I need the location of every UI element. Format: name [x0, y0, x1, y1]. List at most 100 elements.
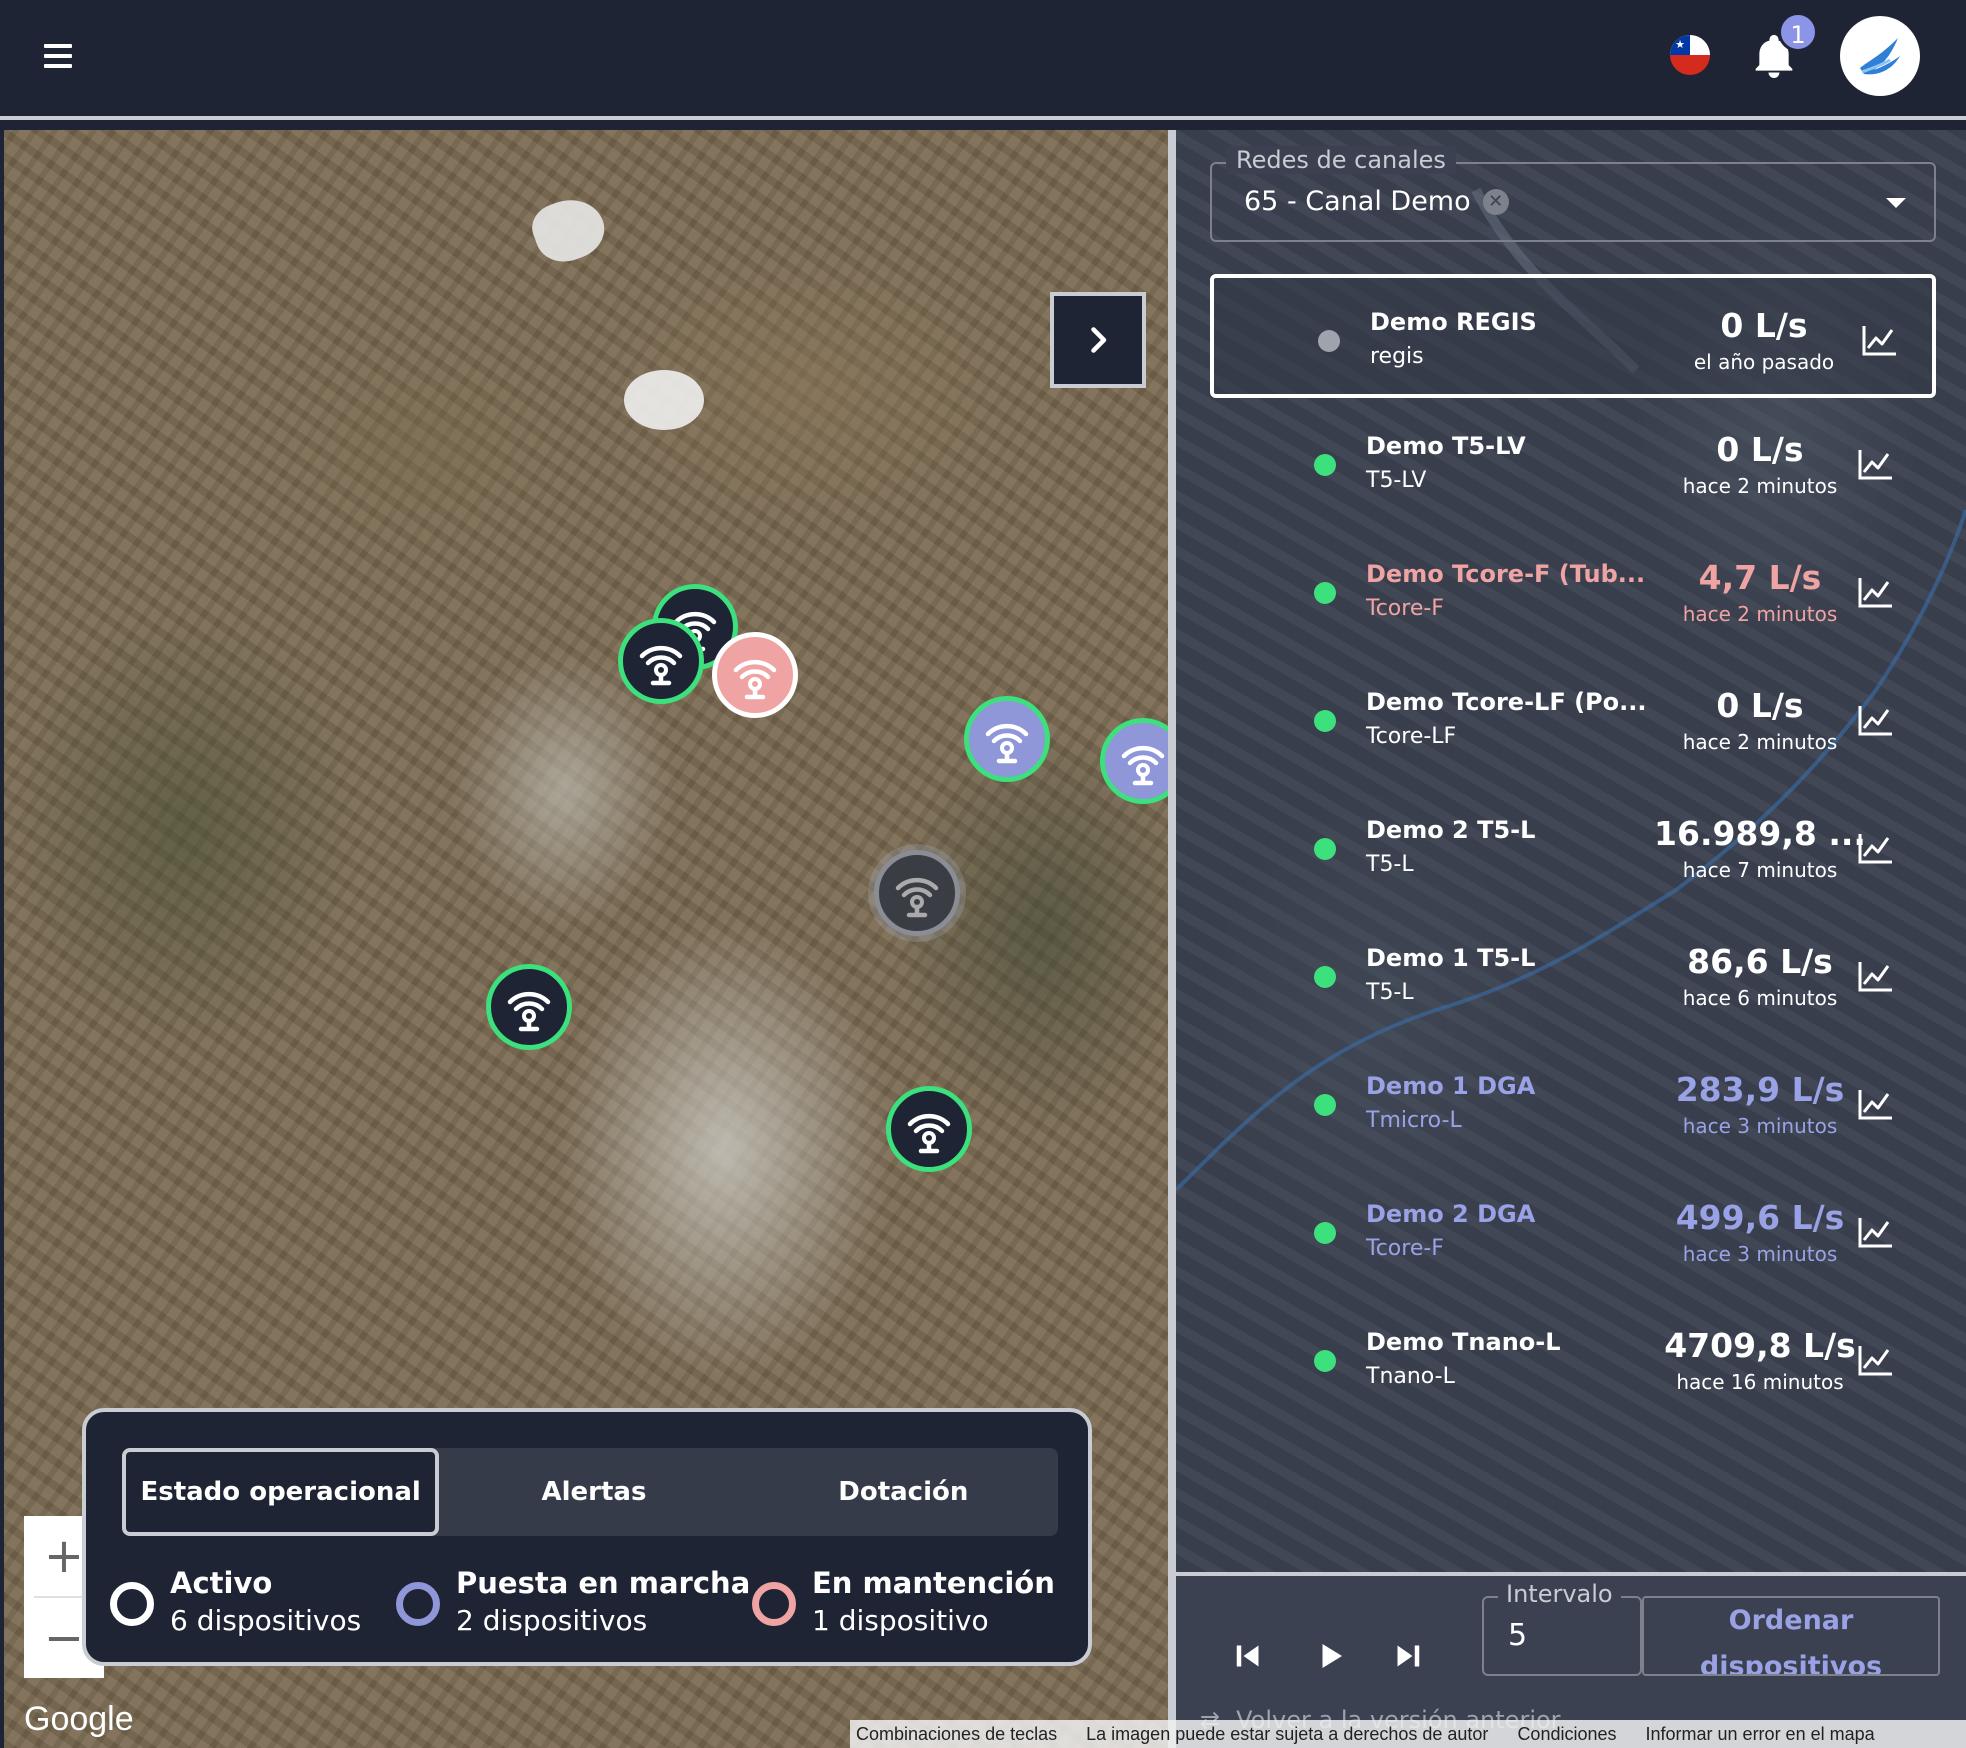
report-error-link[interactable]: Informar un error en el mapa — [1646, 1724, 1875, 1744]
line-chart-icon[interactable] — [1856, 446, 1896, 482]
device-row[interactable]: Demo 1 T5-L T5-L 86,6 L/s hace 6 minutos — [1210, 914, 1936, 1038]
legend-title: En mantención — [812, 1566, 1055, 1600]
device-code: Tnano-L — [1366, 1364, 1455, 1389]
device-name: Demo 1 DGA — [1366, 1072, 1536, 1100]
satellite-map[interactable]: + − Google Estado operacional Alertas Do… — [4, 130, 1172, 1748]
order-devices-button[interactable]: Ordenar dispositivos — [1642, 1596, 1940, 1676]
line-chart-icon[interactable] — [1856, 574, 1896, 610]
device-marker[interactable] — [618, 618, 704, 704]
device-flow-value: 86,6 L/s — [1687, 942, 1833, 981]
hamburger-icon[interactable] — [40, 38, 76, 74]
device-flow-value: 0 L/s — [1720, 306, 1808, 345]
terms-link[interactable]: Condiciones — [1517, 1724, 1616, 1744]
status-dot — [1314, 582, 1336, 604]
interval-field: Intervalo — [1482, 1580, 1642, 1676]
map-terrain-patch — [525, 189, 613, 271]
status-dot — [1318, 330, 1340, 352]
status-dot — [1314, 1222, 1336, 1244]
device-code: T5-LV — [1366, 468, 1427, 493]
notification-badge[interactable]: 1 — [1778, 12, 1818, 52]
device-row[interactable]: Demo Tnano-L Tnano-L 4709,8 L/s hace 16 min… — [1210, 1298, 1936, 1422]
device-last-update: hace 3 minutos — [1682, 1242, 1838, 1266]
google-logo: Google — [24, 1700, 134, 1738]
device-code: Tcore-LF — [1366, 724, 1457, 749]
antenna-icon — [895, 877, 939, 918]
antenna-icon — [507, 991, 551, 1032]
bird-logo-icon[interactable] — [1840, 16, 1920, 96]
map-footer: Combinaciones de teclas La imagen puede … — [850, 1720, 1966, 1748]
device-flow-value: 0 L/s — [1716, 430, 1804, 469]
device-flow-value: 499,6 L/s — [1675, 1198, 1845, 1237]
device-row[interactable]: Demo Tcore-F (Tub... Tcore-F 4,7 L/s hace 2… — [1210, 530, 1936, 654]
network-chip: 65 - Canal Demo ✕ — [1244, 186, 1509, 217]
device-row[interactable]: Demo REGIS regis 0 L/s el año pasado — [1210, 274, 1936, 398]
skip-next-icon[interactable] — [1390, 1638, 1426, 1674]
devices-panel: Redes de canales 65 - Canal Demo ✕ Demo … — [1176, 130, 1966, 1748]
device-row[interactable]: Demo T5-LV T5-LV 0 L/s hace 2 minutos — [1210, 402, 1936, 526]
skip-previous-icon[interactable] — [1230, 1638, 1266, 1674]
status-dot — [1314, 1094, 1336, 1116]
tab-dotacion[interactable]: Dotación — [749, 1448, 1058, 1536]
line-chart-icon[interactable] — [1856, 702, 1896, 738]
device-marker[interactable] — [874, 850, 960, 936]
chevron-right-icon — [1091, 327, 1107, 353]
device-marker[interactable] — [886, 1086, 972, 1172]
top-header: ★ 1 — [0, 0, 1966, 120]
legend-tabs: Estado operacional Alertas Dotación — [122, 1448, 1058, 1536]
chile-flag-icon[interactable]: ★ — [1670, 35, 1710, 75]
network-chip-label: 65 - Canal Demo — [1244, 186, 1471, 217]
keyboard-shortcuts-link[interactable]: Combinaciones de teclas — [856, 1724, 1057, 1744]
device-code: T5-L — [1366, 852, 1414, 877]
device-marker[interactable] — [486, 964, 572, 1050]
line-chart-icon[interactable] — [1856, 1214, 1896, 1250]
status-dot — [1314, 454, 1336, 476]
line-chart-icon[interactable] — [1856, 1342, 1896, 1378]
device-code: Tcore-F — [1366, 596, 1444, 621]
legend-card: Estado operacional Alertas Dotación Acti… — [82, 1408, 1092, 1666]
device-marker[interactable] — [712, 632, 798, 718]
line-chart-icon[interactable] — [1856, 830, 1896, 866]
status-dot — [1314, 1350, 1336, 1372]
play-icon[interactable] — [1312, 1638, 1348, 1674]
device-name: Demo Tcore-F (Tub... — [1366, 560, 1646, 588]
device-row[interactable]: Demo 2 T5-L T5-L 16.989,8 ... hace 7 minuto… — [1210, 786, 1936, 910]
line-chart-icon[interactable] — [1856, 958, 1896, 994]
device-row[interactable]: Demo Tcore-LF (Po... Tcore-LF 0 L/s hace 2 … — [1210, 658, 1936, 782]
device-marker[interactable] — [1100, 718, 1172, 804]
device-row[interactable]: Demo 1 DGA Tmicro-L 283,9 L/s hace 3 minuto… — [1210, 1042, 1936, 1166]
status-ring-icon — [752, 1582, 796, 1626]
device-name: Demo 1 T5-L — [1366, 944, 1536, 972]
device-marker[interactable] — [964, 696, 1050, 782]
device-code: Tcore-F — [1366, 1236, 1444, 1261]
map-terrain-patch — [624, 370, 704, 430]
device-last-update: el año pasado — [1693, 350, 1835, 374]
network-select[interactable]: Redes de canales 65 - Canal Demo ✕ — [1210, 146, 1936, 242]
network-select-label: Redes de canales — [1226, 146, 1456, 174]
legend-title: Activo — [170, 1566, 273, 1600]
device-code: Tmicro-L — [1366, 1108, 1462, 1133]
line-chart-icon[interactable] — [1860, 322, 1900, 358]
antenna-icon — [907, 1113, 951, 1154]
expand-panel-button[interactable] — [1050, 292, 1146, 388]
device-name: Demo REGIS — [1370, 308, 1537, 336]
line-chart-icon[interactable] — [1856, 1086, 1896, 1122]
device-code: regis — [1370, 344, 1424, 369]
antenna-icon — [639, 645, 683, 686]
status-ring-icon — [110, 1582, 154, 1626]
close-circle-icon[interactable]: ✕ — [1482, 188, 1509, 215]
caret-down-icon[interactable] — [1886, 198, 1906, 208]
status-ring-icon — [396, 1582, 440, 1626]
device-last-update: hace 2 minutos — [1682, 730, 1838, 754]
device-last-update: hace 7 minutos — [1682, 858, 1838, 882]
status-dot — [1314, 710, 1336, 732]
device-last-update: hace 2 minutos — [1682, 474, 1838, 498]
device-row[interactable]: Demo 2 DGA Tcore-F 499,6 L/s hace 3 minutos — [1210, 1170, 1936, 1294]
device-last-update: hace 16 minutos — [1676, 1370, 1844, 1394]
tab-estado-operacional[interactable]: Estado operacional — [122, 1448, 440, 1536]
order-button-line2: dispositivos — [1699, 1651, 1883, 1676]
legend-items: Activo 6 dispositivos Puesta en marcha 2… — [110, 1564, 1070, 1644]
tab-alertas[interactable]: Alertas — [439, 1448, 748, 1536]
interval-input[interactable] — [1508, 1618, 1618, 1653]
device-flow-value: 16.989,8 ... — [1654, 814, 1866, 853]
device-last-update: hace 6 minutos — [1682, 986, 1838, 1010]
